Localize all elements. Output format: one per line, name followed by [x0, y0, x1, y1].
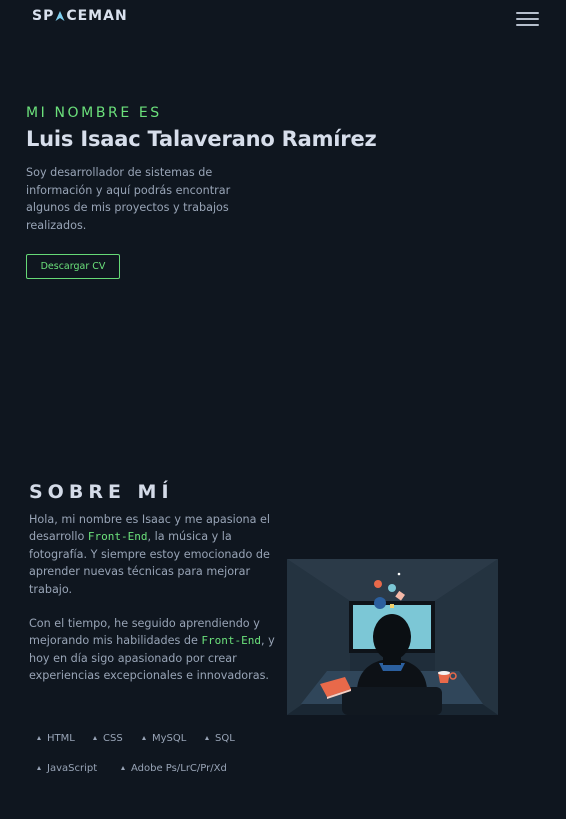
hero-eyebrow: MI NOMBRE ES: [26, 105, 162, 121]
skill-label: JavaScript: [47, 763, 98, 774]
skill-item: CSS: [93, 733, 123, 744]
triangle-bullet-icon: [93, 735, 97, 740]
triangle-bullet-icon: [205, 735, 209, 740]
skill-item: HTML: [37, 733, 75, 744]
hamburger-menu-icon[interactable]: [516, 11, 540, 27]
about-p2-highlight: Front-End: [201, 634, 262, 648]
logo-a-mark-icon: [55, 10, 65, 22]
about-paragraph-1: Hola, mi nombre es Isaac y me apasiona e…: [29, 511, 279, 598]
triangle-bullet-icon: [121, 765, 125, 770]
skill-item: JavaScript: [37, 763, 97, 774]
skill-item: MySQL: [142, 733, 186, 744]
logo-text-start: SP: [32, 8, 55, 24]
skill-label: MySQL: [152, 733, 187, 744]
logo-text-end: CEMAN: [66, 8, 128, 24]
navbar: SP CEMAN: [0, 0, 566, 36]
triangle-bullet-icon: [142, 735, 146, 740]
developer-at-computer-illustration: [287, 559, 498, 715]
skill-item: SQL: [205, 733, 235, 744]
skill-item: Adobe Ps/LrC/Pr/Xd: [121, 763, 227, 774]
download-cv-button[interactable]: Descargar CV: [26, 254, 120, 279]
hero-name: Luis Isaac Talaverano Ramírez: [26, 127, 377, 151]
about-paragraph-2: Con el tiempo, he seguido aprendiendo y …: [29, 615, 279, 685]
about-title: SOBRE MÍ: [29, 481, 174, 503]
skill-label: SQL: [215, 733, 235, 744]
triangle-bullet-icon: [37, 735, 41, 740]
skill-label: Adobe Ps/LrC/Pr/Xd: [131, 763, 227, 774]
hero-description: Soy desarrollador de sistemas de informa…: [26, 166, 231, 232]
skill-label: CSS: [103, 733, 123, 744]
brand-logo[interactable]: SP CEMAN: [32, 8, 128, 24]
triangle-bullet-icon: [37, 765, 41, 770]
skill-label: HTML: [47, 733, 75, 744]
about-p1-highlight: Front-End: [87, 530, 148, 544]
